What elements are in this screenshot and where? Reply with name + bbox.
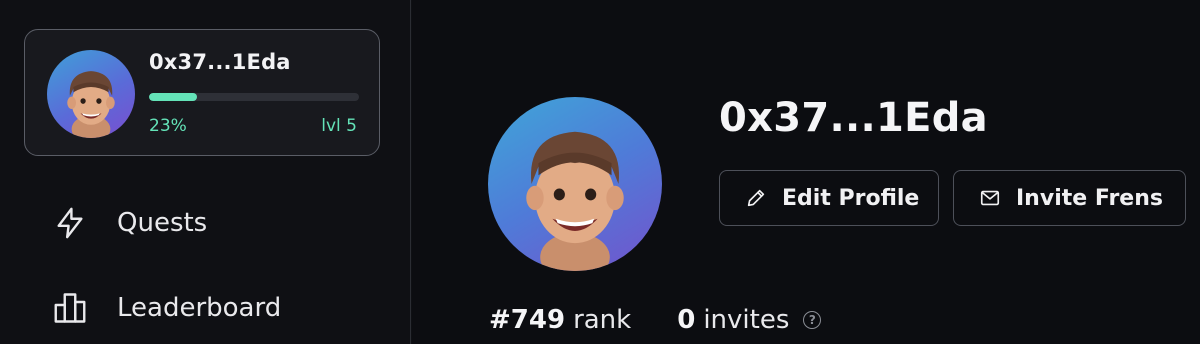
profile-card[interactable]: 0x37...1Eda 23% lvl 5 (24, 29, 380, 156)
leaderboard-icon (50, 288, 90, 328)
xp-progress-fill (149, 93, 198, 101)
rank-value: #749 (489, 305, 566, 335)
card-username: 0x37...1Eda (149, 50, 291, 74)
invite-frens-button[interactable]: Invite Frens (953, 170, 1186, 226)
invite-frens-label: Invite Frens (1016, 185, 1163, 211)
memoji-avatar-icon (526, 131, 624, 271)
help-icon[interactable]: ? (803, 311, 822, 329)
invites-value: 0 (677, 305, 696, 335)
invites-label: invites (703, 305, 790, 335)
sidebar: 0x37...1Eda 23% lvl 5 Quests Leaderboard (0, 0, 411, 344)
pencil-icon (744, 186, 768, 210)
memoji-avatar-icon (67, 71, 115, 138)
mail-icon (978, 186, 1002, 210)
rank-label: rank (573, 305, 632, 335)
profile-stats: #749 rank 0 invites ? (489, 305, 822, 335)
edit-profile-label: Edit Profile (782, 185, 920, 211)
nav-item-leaderboard[interactable]: Leaderboard (50, 288, 281, 328)
nav-item-label: Leaderboard (117, 293, 282, 323)
level-label: lvl 5 (321, 116, 357, 136)
xp-progress-bar (149, 93, 359, 101)
profile-main: 0x37...1Eda Edit Profile Invite Frens #7… (412, 0, 1200, 344)
nav-item-quests[interactable]: Quests (50, 203, 207, 243)
app: 0x37...1Eda 23% lvl 5 Quests Leaderboard… (0, 0, 1200, 344)
lightning-icon (50, 203, 90, 243)
avatar (47, 50, 135, 138)
nav-item-label: Quests (117, 208, 208, 238)
xp-percent: 23% (149, 116, 187, 136)
edit-profile-button[interactable]: Edit Profile (719, 170, 939, 226)
profile-avatar (488, 97, 662, 271)
profile-username: 0x37...1Eda (719, 95, 988, 141)
